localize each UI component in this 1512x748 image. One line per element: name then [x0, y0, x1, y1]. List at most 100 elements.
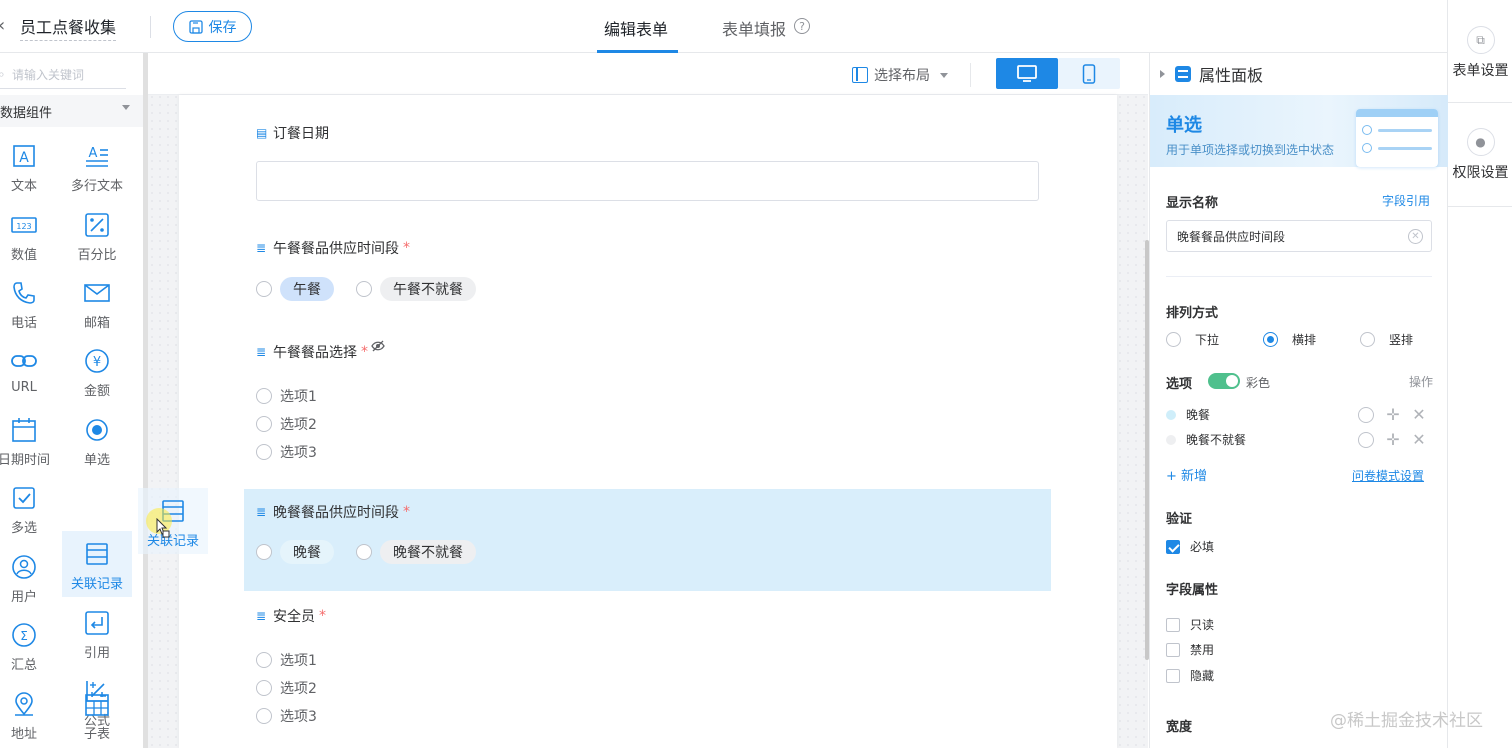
- display-name-input[interactable]: 晚餐餐品供应时间段 ✕: [1166, 220, 1432, 252]
- component-multi-select[interactable]: 多选: [0, 475, 59, 541]
- desktop-view-button[interactable]: [996, 58, 1058, 89]
- readonly-checkbox[interactable]: 只读: [1166, 616, 1214, 633]
- option-item[interactable]: 晚餐不就餐: [1166, 431, 1246, 448]
- radio-circle[interactable]: [356, 281, 372, 297]
- default-radio[interactable]: [1358, 431, 1374, 448]
- option-color-dot[interactable]: [1166, 409, 1176, 420]
- component-user[interactable]: 用户: [0, 544, 59, 610]
- component-reference[interactable]: 引用: [62, 600, 132, 666]
- rail-item-permission-settings[interactable]: ● 权限设置: [1448, 128, 1512, 182]
- radio-option[interactable]: 午餐: [256, 277, 334, 301]
- color-toggle[interactable]: [1208, 373, 1240, 389]
- drag-handle-icon[interactable]: ✛: [1386, 430, 1400, 449]
- arrange-option-dropdown[interactable]: 下拉: [1166, 331, 1219, 348]
- clear-icon[interactable]: ✕: [1408, 229, 1423, 244]
- component-group-header[interactable]: 数据组件: [0, 95, 144, 127]
- component-search[interactable]: ⌕: [0, 61, 126, 89]
- component-summary[interactable]: Σ 汇总: [0, 612, 59, 678]
- back-arrow-icon[interactable]: ‹: [0, 16, 10, 36]
- component-number[interactable]: 123 数值: [0, 202, 59, 268]
- required-checkbox[interactable]: 必填: [1166, 538, 1214, 555]
- form-field-order-date[interactable]: ▤ 订餐日期: [256, 123, 329, 143]
- component-mail[interactable]: 邮箱: [62, 270, 132, 336]
- checkbox[interactable]: [1166, 668, 1180, 683]
- property-panel-header[interactable]: 属性面板: [1150, 53, 1448, 95]
- checkbox-icon: [11, 485, 37, 511]
- radio-circle[interactable]: [256, 388, 272, 404]
- drag-handle-icon[interactable]: ✛: [1386, 405, 1400, 424]
- hidden-checkbox[interactable]: 隐藏: [1166, 667, 1214, 684]
- form-field-dinner-time[interactable]: ≣ 晚餐餐品供应时间段 *: [256, 502, 410, 522]
- component-relation[interactable]: 关联记录: [62, 531, 132, 597]
- delete-icon[interactable]: ✕: [1412, 405, 1426, 424]
- form-field-safety-officer[interactable]: ≣ 安全员 *: [256, 606, 326, 626]
- layout-select[interactable]: 选择布局: [852, 65, 948, 85]
- options-label: 选项: [1166, 377, 1193, 392]
- radio-option[interactable]: 晚餐不就餐: [356, 540, 476, 564]
- field-reference-link[interactable]: 字段引用: [1382, 192, 1430, 209]
- hidden-eye-icon: [371, 340, 385, 352]
- component-percent[interactable]: 百分比: [62, 202, 132, 268]
- option-color-dot[interactable]: [1166, 434, 1176, 445]
- help-icon[interactable]: ?: [794, 18, 810, 34]
- radio-option[interactable]: 选项1: [256, 386, 317, 406]
- component-label: 子表: [83, 727, 110, 742]
- arrange-option-horizontal[interactable]: 横排: [1263, 331, 1316, 348]
- field-label: 午餐餐品选择: [273, 345, 357, 361]
- form-field-lunch-choice[interactable]: ≣ 午餐餐品选择 *: [256, 342, 368, 362]
- radio-option[interactable]: 选项3: [256, 706, 317, 726]
- radio-circle[interactable]: [256, 652, 272, 668]
- radio-circle[interactable]: [256, 444, 272, 460]
- component-subtable[interactable]: 子表: [62, 681, 132, 747]
- collapse-arrow-icon[interactable]: [1160, 70, 1165, 78]
- radio-option[interactable]: 选项3: [256, 442, 317, 462]
- radio-circle[interactable]: [1360, 332, 1375, 347]
- form-field-lunch-time[interactable]: ≣ 午餐餐品供应时间段 *: [256, 238, 410, 258]
- component-panel: ⌕ 数据组件 A 文本 A 多行文本 123 数值 百分比 电话 邮箱 URL …: [0, 53, 144, 748]
- checkbox-checked[interactable]: [1166, 539, 1180, 554]
- component-address[interactable]: 地址: [0, 681, 59, 747]
- radio-option[interactable]: 午餐不就餐: [356, 277, 476, 301]
- radio-circle[interactable]: [256, 416, 272, 432]
- radio-circle[interactable]: [256, 708, 272, 724]
- component-single-select[interactable]: 单选: [62, 407, 132, 473]
- component-datetime[interactable]: 日期时间: [0, 407, 59, 473]
- rail-item-form-settings[interactable]: ⧉ 表单设置: [1448, 26, 1512, 80]
- radio-option[interactable]: 选项2: [256, 678, 317, 698]
- default-radio[interactable]: [1358, 406, 1374, 423]
- radio-circle[interactable]: [256, 544, 272, 560]
- radio-circle[interactable]: [256, 680, 272, 696]
- component-label: 引用: [83, 646, 110, 661]
- option-item[interactable]: 晚餐: [1166, 406, 1210, 423]
- component-multiline-text[interactable]: A 多行文本: [62, 133, 132, 199]
- component-amount[interactable]: ¥ 金额: [62, 338, 132, 404]
- radio-list-icon: ≣: [256, 504, 267, 519]
- checkbox[interactable]: [1166, 642, 1180, 657]
- radio-circle[interactable]: [1166, 332, 1181, 347]
- radio-option[interactable]: 选项2: [256, 414, 317, 434]
- save-button[interactable]: 保存: [173, 11, 252, 42]
- delete-icon[interactable]: ✕: [1412, 430, 1426, 449]
- component-text[interactable]: A 文本: [0, 133, 59, 199]
- group-label: 数据组件: [0, 105, 53, 121]
- search-input[interactable]: [12, 67, 122, 82]
- disabled-checkbox[interactable]: 禁用: [1166, 641, 1214, 658]
- radio-circle[interactable]: [356, 544, 372, 560]
- radio-circle-checked[interactable]: [1263, 332, 1278, 347]
- option-label: 选项2: [280, 681, 317, 697]
- arrange-option-vertical[interactable]: 竖排: [1360, 331, 1413, 348]
- display-name-label: 显示名称: [1166, 196, 1219, 211]
- tab-fill-form[interactable]: 表单填报: [722, 16, 786, 40]
- radio-option[interactable]: 选项1: [256, 650, 317, 670]
- component-url[interactable]: URL: [0, 338, 59, 404]
- checkbox[interactable]: [1166, 617, 1180, 632]
- date-input[interactable]: [256, 161, 1039, 201]
- mobile-view-button[interactable]: [1058, 58, 1120, 89]
- app-title[interactable]: 员工点餐收集: [20, 14, 117, 41]
- add-option-button[interactable]: + 新增: [1166, 465, 1207, 484]
- radio-circle[interactable]: [256, 281, 272, 297]
- tab-edit-form[interactable]: 编辑表单: [604, 16, 668, 40]
- component-phone[interactable]: 电话: [0, 270, 59, 336]
- radio-option[interactable]: 晚餐: [256, 540, 334, 564]
- survey-mode-link[interactable]: 问卷模式设置: [1352, 467, 1424, 484]
